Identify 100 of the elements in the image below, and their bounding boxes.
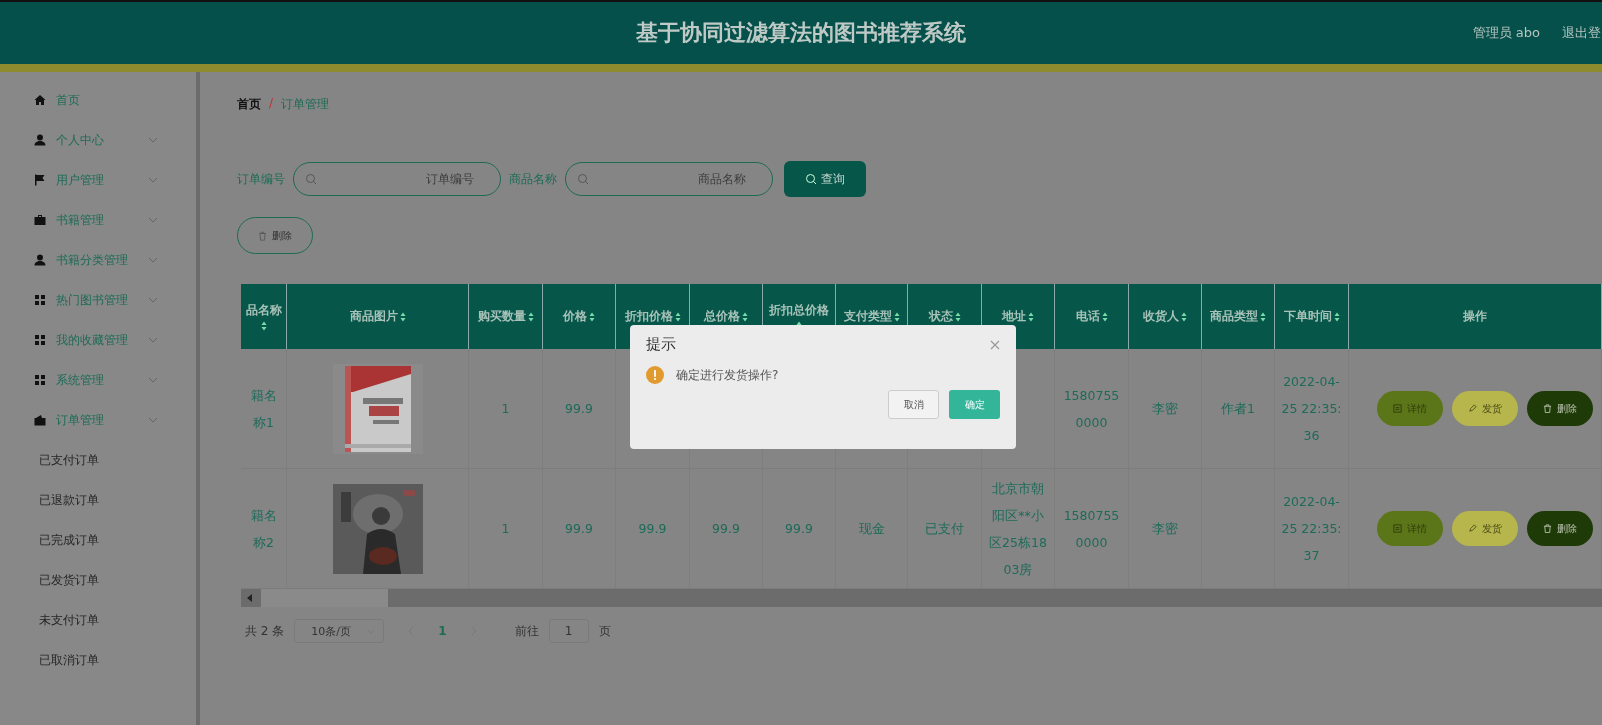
table-cell-text: 2022-04-25 22:35:36 — [1281, 373, 1342, 445]
sort-icon[interactable] — [1028, 311, 1034, 322]
sort-icon[interactable] — [1333, 311, 1340, 322]
scroll-left-icon[interactable] — [247, 594, 253, 602]
caret-icon — [148, 417, 158, 423]
logout-link[interactable]: 退出登 — [1562, 24, 1602, 42]
submenu-item[interactable]: 已发货订单 — [0, 560, 196, 600]
column-header[interactable]: 购买数量 — [469, 284, 543, 349]
delete-button[interactable]: 删除 — [1527, 391, 1593, 426]
column-header[interactable]: 价格 — [543, 284, 616, 349]
column-header[interactable]: 下单时间 — [1275, 284, 1349, 349]
table-cell-text: 1 — [501, 400, 510, 418]
caret-icon — [148, 297, 158, 303]
table-cell-text: 籍名称2 — [249, 506, 278, 552]
table-cell-text: 现金 — [858, 520, 885, 538]
search-icon — [305, 173, 317, 185]
sort-icon[interactable] — [399, 311, 406, 322]
caret-icon — [148, 217, 158, 223]
scrollbar-thumb[interactable] — [261, 589, 388, 607]
pencil-icon — [1468, 524, 1477, 533]
horizontal-scrollbar[interactable] — [241, 589, 1602, 607]
delete-button[interactable]: 删除 — [1527, 511, 1593, 546]
column-header[interactable]: 品名称 — [241, 284, 287, 349]
sort-icon[interactable] — [893, 311, 900, 322]
column-header[interactable]: 商品类型 — [1202, 284, 1275, 349]
warning-icon — [646, 366, 664, 384]
search-icon — [805, 173, 817, 185]
dialog-message: 确定进行发货操作? — [676, 366, 779, 384]
table-cell-text: 15807550000 — [1062, 386, 1121, 432]
cancel-button[interactable]: 取消 — [888, 390, 939, 419]
sort-icon[interactable] — [589, 311, 595, 322]
grid-icon — [34, 374, 46, 386]
grid-icon — [34, 334, 46, 346]
sort-icon[interactable] — [1101, 311, 1108, 322]
grid-icon — [34, 294, 46, 306]
document-icon — [1393, 404, 1402, 413]
briefcase-icon — [34, 214, 46, 226]
page-size-select[interactable]: 10条/页 — [294, 619, 385, 643]
column-header[interactable]: 操作 — [1349, 284, 1602, 349]
table-cell-text: 99.9 — [565, 520, 593, 538]
submenu-item[interactable]: 未支付订单 — [0, 600, 196, 640]
table-cell-text: 已支付 — [925, 520, 964, 538]
wallet-icon — [34, 414, 46, 426]
breadcrumb-current: 订单管理 — [281, 96, 330, 113]
sort-icon[interactable] — [742, 311, 748, 322]
table-cell-text: 籍名称1 — [249, 386, 278, 432]
caret-icon — [148, 137, 158, 143]
sort-icon[interactable] — [954, 311, 961, 322]
table-cell-text: 作者1 — [1221, 400, 1255, 418]
table-cell-text: 99.9 — [565, 400, 593, 418]
search-button[interactable]: 查询 — [784, 161, 866, 197]
table-cell-text: 99.9 — [785, 520, 813, 538]
submenu-item[interactable]: 已完成订单 — [0, 520, 196, 560]
trash-icon — [1543, 404, 1552, 413]
table-cell-text: 99.9 — [712, 520, 740, 538]
submenu-item[interactable]: 已退款订单 — [0, 480, 196, 520]
ship-button[interactable]: 发货 — [1452, 511, 1518, 546]
submenu-item[interactable]: 已取消订单 — [0, 640, 196, 680]
sort-icon[interactable] — [674, 311, 681, 322]
goto-label: 前往 — [514, 622, 539, 640]
caret-icon — [148, 377, 158, 383]
flag-icon — [34, 174, 46, 186]
column-header[interactable]: 电话 — [1055, 284, 1129, 349]
search-field[interactable]: 商品名称 — [565, 162, 773, 196]
user-icon — [34, 254, 46, 266]
submenu-item[interactable]: 已支付订单 — [0, 440, 196, 480]
field-label: 订单编号 — [237, 170, 285, 188]
system-title: 基于协同过滤算法的图书推荐系统 — [636, 19, 967, 47]
table-cell-text: 北京市朝阳区**小区25栋1803房 — [988, 479, 1048, 579]
table-cell-text: 2022-04-25 22:35:37 — [1281, 493, 1342, 565]
breadcrumb-link[interactable]: 首页 — [237, 96, 261, 113]
search-field[interactable]: 订单编号 — [293, 162, 501, 196]
column-header[interactable]: 商品图片 — [287, 284, 469, 349]
trash-icon — [1543, 524, 1552, 533]
document-icon — [1393, 524, 1402, 533]
sort-icon[interactable] — [1181, 311, 1187, 322]
user-icon — [34, 134, 46, 146]
sort-icon[interactable] — [260, 321, 267, 331]
column-header[interactable]: 收货人 — [1129, 284, 1202, 349]
page-suffix: 页 — [598, 622, 611, 640]
breadcrumb-separator: / — [269, 96, 274, 112]
caret-icon — [148, 257, 158, 263]
caret-icon — [148, 337, 158, 343]
field-label: 商品名称 — [509, 170, 557, 188]
pencil-icon — [1468, 404, 1477, 413]
ship-button[interactable]: 发货 — [1452, 391, 1518, 426]
table-cell-text: 李密 — [1152, 520, 1178, 538]
sort-icon[interactable] — [1260, 311, 1266, 322]
search-icon — [577, 173, 589, 185]
table-cell-text: 李密 — [1152, 400, 1178, 418]
page-input[interactable]: 1 — [548, 619, 589, 643]
table-cell-text: 15807550000 — [1062, 506, 1121, 552]
user-name: 管理员 abo — [1472, 24, 1540, 42]
table-cell-text: 99.9 — [638, 520, 667, 538]
home-icon — [34, 94, 46, 106]
total-count: 共 2 条 — [245, 622, 285, 640]
confirm-button[interactable]: 确定 — [949, 390, 1000, 419]
sort-icon[interactable] — [527, 311, 534, 322]
trash-icon — [258, 230, 267, 241]
caret-icon — [148, 177, 158, 183]
